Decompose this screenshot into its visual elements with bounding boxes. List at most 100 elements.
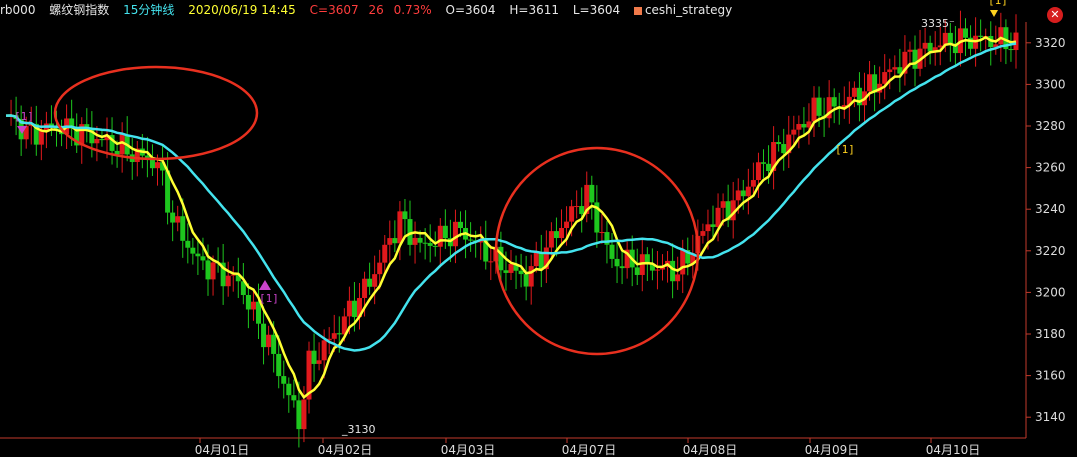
candle-body [553, 231, 559, 239]
y-tick-label: 3260 [1035, 161, 1066, 175]
candle-body [927, 42, 933, 52]
candle-body [851, 87, 857, 97]
candle-body [634, 267, 640, 275]
candle-body [346, 300, 352, 317]
highlight-circle [53, 65, 259, 161]
candle-body [791, 129, 797, 135]
candle-body [947, 32, 953, 44]
high-price-label: 3335⁻ [921, 17, 955, 30]
candle-body [311, 350, 317, 364]
candle-body [38, 130, 44, 145]
candle-body [654, 269, 660, 271]
candle-body [715, 207, 721, 227]
candle-body [422, 242, 428, 244]
candle-body [609, 244, 615, 259]
signal-label: [1] [259, 292, 279, 305]
candle-body [675, 274, 681, 282]
candle-body [892, 67, 898, 70]
candle-body [867, 74, 873, 92]
candle-body [670, 260, 676, 282]
x-tick-label: 04月07日 [562, 443, 617, 457]
x-tick-label: 04月02日 [318, 443, 373, 457]
candle-body [291, 395, 297, 401]
candle-body [801, 124, 807, 128]
candle-body [705, 224, 711, 232]
candle-body [766, 163, 772, 171]
candle-body [271, 334, 277, 354]
candle-body [735, 190, 741, 201]
candle-body [579, 206, 585, 215]
candle-body [170, 212, 176, 223]
candle-body [195, 253, 201, 257]
candle-body [427, 243, 433, 246]
candle-body [437, 225, 443, 247]
y-tick-label: 3200 [1035, 285, 1066, 299]
candle-body [740, 190, 746, 197]
candle-body [887, 69, 893, 73]
candle-body [750, 180, 756, 187]
candle-body [978, 35, 984, 37]
candle-body [761, 162, 766, 164]
candle-body [680, 250, 686, 275]
signal-label: [1] [835, 143, 855, 156]
candle-body [574, 206, 580, 208]
candle-body [432, 245, 438, 247]
candle-body [392, 238, 398, 244]
x-tick-label: 04月10日 [926, 443, 981, 457]
y-tick-label: 3180 [1035, 327, 1066, 341]
candle-body [397, 211, 403, 244]
candle-body [816, 97, 822, 116]
candle-body [912, 49, 918, 69]
candle-body [362, 278, 368, 298]
candle-body [94, 139, 100, 144]
candle-body [321, 340, 327, 361]
candle-body [336, 333, 342, 335]
candle-body [200, 256, 206, 261]
candle-body [175, 216, 181, 223]
candle-body [528, 266, 534, 287]
signal-label: [1] [14, 110, 34, 123]
candle-body [190, 247, 196, 254]
candle-body [276, 353, 282, 377]
candle-group [8, 10, 1019, 448]
candle-body [250, 301, 256, 310]
candle-body [316, 360, 322, 364]
candle-body [745, 186, 751, 197]
candle-body [382, 244, 388, 263]
candle-body [1008, 49, 1014, 51]
candle-body [155, 162, 160, 169]
y-tick-label: 3240 [1035, 202, 1066, 216]
candle-body [518, 270, 524, 275]
x-tick-label: 04月09日 [805, 443, 860, 457]
y-tick-label: 3280 [1035, 119, 1066, 133]
candle-body [245, 295, 251, 310]
x-tick-label: 04月03日 [441, 443, 496, 457]
candle-body [377, 262, 383, 275]
candle-body [614, 258, 620, 267]
candle-body [700, 231, 706, 236]
candle-body [998, 27, 1004, 45]
candle-body [331, 333, 337, 339]
candle-body [387, 238, 393, 245]
x-tick-label: 04月08日 [683, 443, 738, 457]
candle-body [452, 221, 458, 247]
candle-body [882, 72, 888, 84]
candle-body [619, 266, 625, 269]
candle-body [963, 28, 968, 38]
candle-body [351, 300, 357, 318]
candle-body [831, 97, 837, 107]
candle-body [720, 201, 726, 208]
candle-body [781, 144, 787, 154]
sell-arrow-icon [990, 10, 998, 17]
candle-body [776, 142, 782, 145]
candle-body [417, 237, 423, 243]
candle-body [301, 399, 307, 430]
candle-body [907, 49, 913, 52]
candle-body [755, 162, 761, 181]
candlestick-chart: 3140 3160 3180 3200 3220 3240 3260 3280 3300 3320… [0, 0, 1066, 457]
candle-body [796, 124, 802, 130]
candle-body [286, 383, 292, 396]
candle-body [538, 252, 544, 270]
candle-body [589, 184, 595, 203]
candle-body [205, 260, 211, 280]
